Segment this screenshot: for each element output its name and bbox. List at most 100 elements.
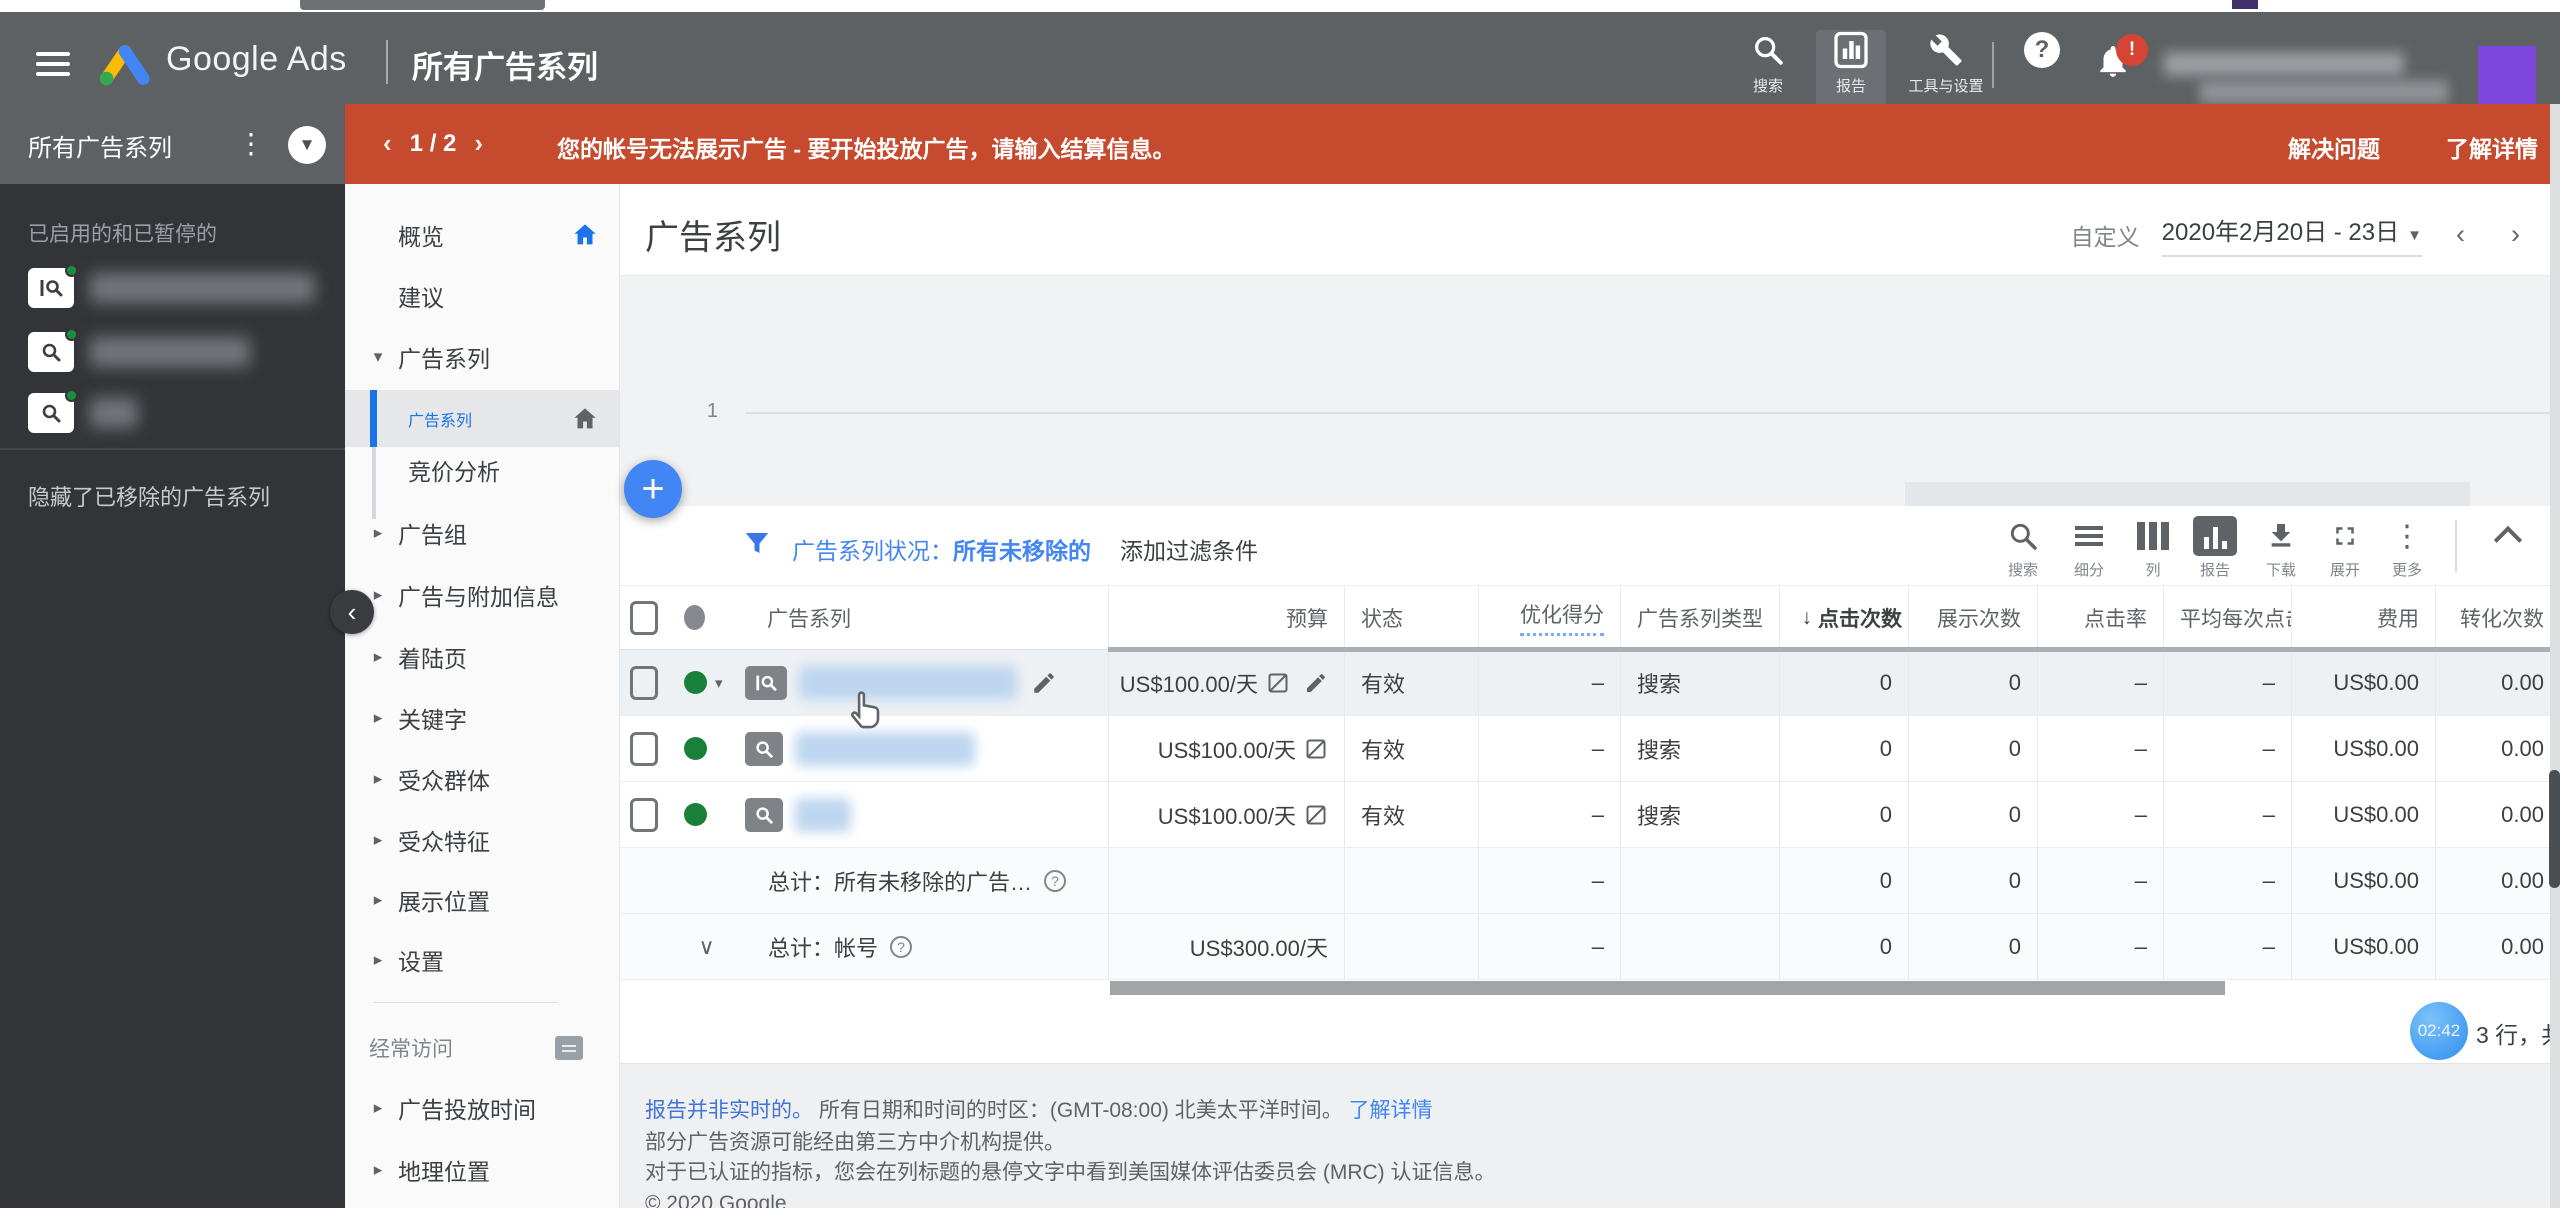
status-cell[interactable]: [668, 716, 745, 781]
caret-down-icon: ▾: [373, 347, 383, 366]
segment-button[interactable]: 细分: [2058, 516, 2120, 580]
nav-item-overview[interactable]: 概览: [345, 212, 619, 258]
date-range-picker[interactable]: 自定义 2020年2月20日 - 23日 ▼ ‹ ›: [2071, 212, 2532, 257]
table-row-campaign-1[interactable]: ▾ US$100.00/天 有效 – 搜索 0 0 – – US$0.00 0.…: [620, 650, 2560, 716]
expand-button[interactable]: 展开: [2314, 516, 2376, 580]
sidebar-campaign-item[interactable]: [28, 389, 138, 433]
col-avg-cpc[interactable]: 平均每次点击: [2163, 586, 2291, 649]
topbar-tools-button[interactable]: 工具与设置: [1898, 30, 1994, 108]
campaign-name-redacted: [795, 797, 851, 832]
nav-item-recommendations[interactable]: 建议: [345, 273, 619, 319]
table-row-campaign-3[interactable]: US$100.00/天 有效 – 搜索 0 0 – – US$0.00 0.00: [620, 782, 2560, 848]
date-range-value[interactable]: 2020年2月20日 - 23日 ▼: [2161, 212, 2422, 257]
sidebar-collapse-button[interactable]: ‹: [330, 590, 374, 634]
table-search-button[interactable]: 搜索: [1992, 516, 2054, 580]
nav-item-audiences[interactable]: ▸ 受众群体: [345, 756, 619, 802]
col-status[interactable]: 状态: [1344, 586, 1478, 649]
sidebar-more-icon[interactable]: ⋮: [236, 122, 266, 166]
app-bar: Google Ads 所有广告系列 搜索 报告 工具与设置 ? !: [0, 12, 2560, 108]
nav-item-ad-schedule[interactable]: ▸ 广告投放时间: [345, 1085, 619, 1131]
main-content: 广告系列 自定义 2020年2月20日 - 23日▼ ‹ › 1 0 2020年…: [620, 184, 2560, 1208]
nav-item-demographics[interactable]: ▸ 受众特征: [345, 817, 619, 863]
feedback-badge-icon: [555, 1036, 583, 1060]
col-opt-score[interactable]: 优化得分: [1478, 586, 1620, 649]
google-ads-logo[interactable]: [92, 42, 154, 88]
alert-resolve-link[interactable]: 解决问题: [2288, 130, 2380, 164]
sidebar-campaign-item[interactable]: [28, 264, 315, 308]
alert-next-icon[interactable]: ›: [474, 128, 483, 159]
campaign-name-cell[interactable]: [745, 716, 1108, 781]
reports-button[interactable]: 报告: [2184, 516, 2246, 580]
col-clicks-sorted[interactable]: ↓ 点击次数: [1779, 586, 1908, 649]
sidebar-collapse-account-icon[interactable]: ▼: [288, 126, 326, 164]
expand-total-cell[interactable]: ∨: [668, 914, 745, 979]
campaign-name-cell[interactable]: [745, 782, 1108, 847]
campaign-name-cell[interactable]: [745, 650, 1108, 715]
help-icon[interactable]: ?: [1044, 869, 1067, 892]
filter-funnel-icon[interactable]: [742, 528, 772, 558]
notifications-button[interactable]: !: [2094, 34, 2148, 92]
vertical-scrollbar[interactable]: [2550, 104, 2560, 1208]
row-checkbox[interactable]: [620, 650, 668, 715]
nav-item-campaigns-group[interactable]: ▾ 广告系列: [345, 334, 619, 380]
date-next-icon[interactable]: ›: [2499, 219, 2532, 250]
status-cell[interactable]: ▾: [668, 650, 745, 715]
campaign-name-redacted: [90, 273, 315, 303]
status-cell[interactable]: [668, 782, 745, 847]
add-filter-button[interactable]: 添加过滤条件: [1120, 532, 1258, 566]
col-impressions[interactable]: 展示次数: [1908, 586, 2037, 649]
nav-item-keywords[interactable]: ▸ 关键字: [345, 695, 619, 741]
nav-item-ads-extensions[interactable]: ▸ 广告与附加信息: [345, 572, 619, 618]
budget-cell[interactable]: US$100.00/天: [1108, 650, 1344, 715]
add-campaign-button[interactable]: +: [624, 460, 682, 518]
row-checkbox[interactable]: [620, 782, 668, 847]
table-row-campaign-2[interactable]: US$100.00/天 有效 – 搜索 0 0 – – US$0.00 0.00: [620, 716, 2560, 782]
y-axis-tick: 1: [706, 400, 718, 422]
alert-learn-link[interactable]: 了解详情: [2446, 130, 2538, 164]
collapse-table-chevron-icon[interactable]: [2493, 525, 2523, 555]
nav-item-ad-groups[interactable]: ▸ 广告组: [345, 510, 619, 556]
caret-right-icon: ▸: [373, 769, 383, 788]
budget-cell[interactable]: US$100.00/天: [1108, 782, 1344, 847]
avg-cpc-value: –: [2163, 914, 2291, 979]
nav-item-landing-pages[interactable]: ▸ 着陆页: [345, 634, 619, 680]
campaign-status-filter[interactable]: 广告系列状况：所有未移除的: [792, 532, 1091, 566]
col-cost[interactable]: 费用: [2291, 586, 2435, 649]
sidebar-campaign-item[interactable]: [28, 328, 250, 372]
clicks-value: 0: [1779, 914, 1908, 979]
nav-item-auction-insights[interactable]: 竞价分析: [345, 447, 619, 493]
download-button[interactable]: 下载: [2250, 516, 2312, 580]
date-prev-icon[interactable]: ‹: [2444, 219, 2477, 250]
avg-cpc-value: –: [2163, 848, 2291, 913]
nav-item-locations[interactable]: ▸ 地理位置: [345, 1147, 619, 1193]
budget-cell[interactable]: US$100.00/天: [1108, 716, 1344, 781]
edit-pencil-icon[interactable]: [1031, 670, 1057, 696]
horizontal-scrollbar[interactable]: [620, 980, 2560, 996]
avatar[interactable]: [2478, 46, 2536, 108]
footer-learn-more-link[interactable]: 了解详情: [1349, 1099, 1433, 1122]
topbar-search-button[interactable]: 搜索: [1748, 30, 1788, 108]
caret-right-icon: ▸: [373, 950, 383, 969]
help-icon[interactable]: ?: [890, 935, 913, 958]
columns-button[interactable]: 列: [2122, 516, 2184, 580]
vertical-scrollbar-thumb[interactable]: [2549, 770, 2560, 888]
col-budget[interactable]: 预算: [1108, 586, 1344, 649]
col-type[interactable]: 广告系列类型: [1620, 586, 1779, 649]
col-ctr[interactable]: 点击率: [2037, 586, 2163, 649]
col-conversions[interactable]: 转化次数: [2435, 586, 2560, 649]
cost-value: US$0.00: [2291, 914, 2435, 979]
topbar-reports-button[interactable]: 报告: [1816, 30, 1886, 108]
edit-pencil-icon[interactable]: [1304, 671, 1328, 695]
help-button[interactable]: ?: [2022, 30, 2062, 108]
nav-item-placements[interactable]: ▸ 展示位置: [345, 877, 619, 923]
menu-icon[interactable]: [36, 52, 70, 78]
more-button[interactable]: ⋮ 更多: [2376, 516, 2438, 580]
alert-prev-icon[interactable]: ‹: [383, 128, 392, 159]
clicks-value: 0: [1779, 716, 1908, 781]
nav-item-settings[interactable]: ▸ 设置: [345, 937, 619, 983]
col-campaign[interactable]: 广告系列: [745, 586, 1108, 649]
horizontal-scrollbar-thumb[interactable]: [1110, 981, 2225, 995]
row-checkbox[interactable]: [620, 716, 668, 781]
nav-item-campaigns-selected[interactable]: 广告系列: [345, 390, 619, 447]
select-all-checkbox[interactable]: [620, 586, 668, 649]
